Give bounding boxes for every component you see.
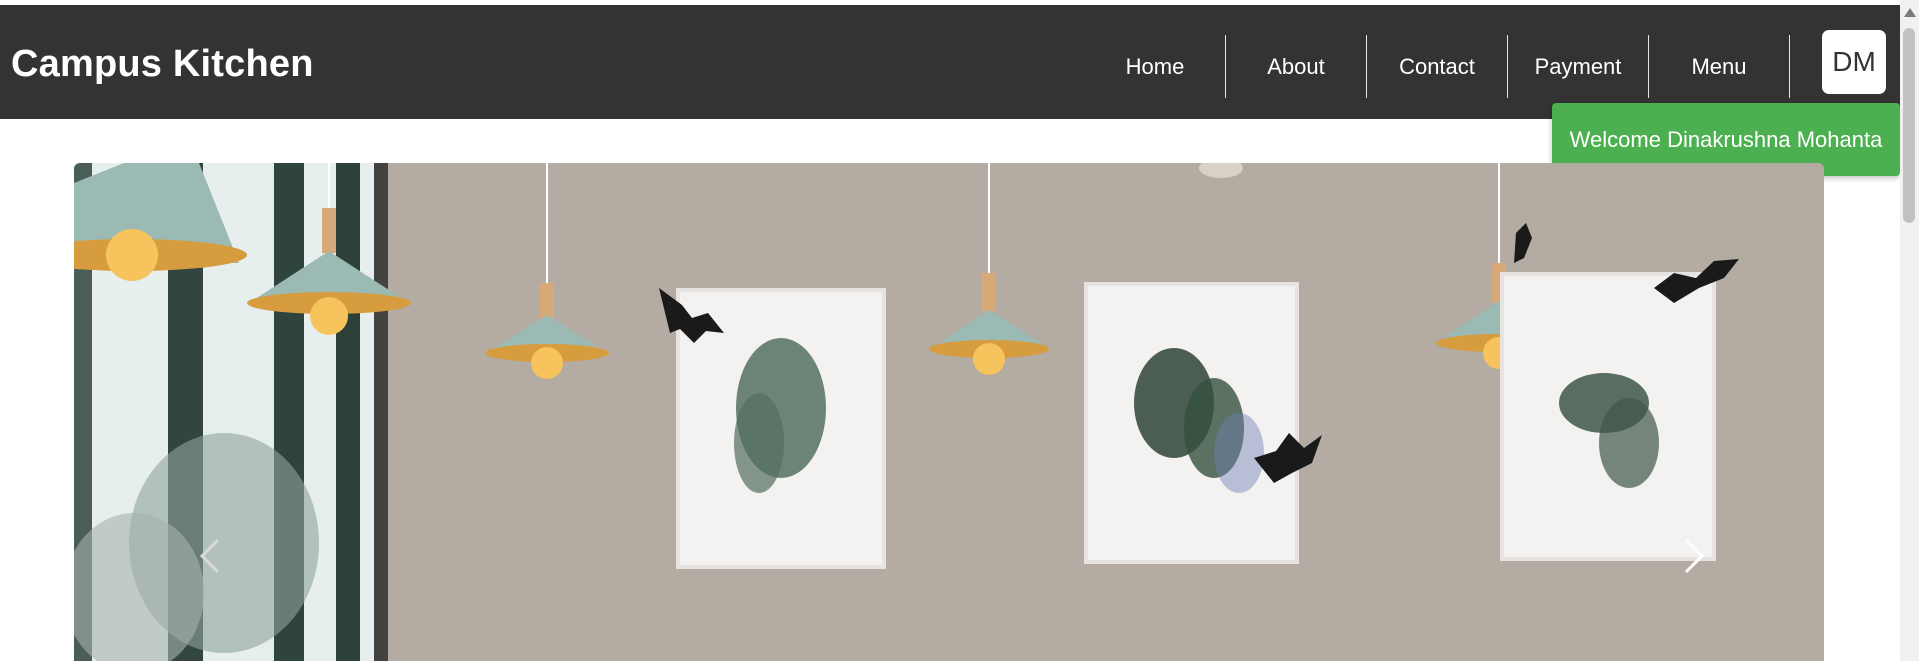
nav-menu[interactable]: Menu [1649,35,1790,98]
welcome-message: Welcome Dinakrushna Mohanta [1569,126,1883,152]
avatar[interactable]: DM [1822,30,1886,94]
scrollbar-thumb[interactable] [1903,28,1915,223]
navbar: Campus Kitchen Home About Contact Paymen… [0,5,1900,119]
chevron-left-icon [199,538,220,574]
nav-payment[interactable]: Payment [1508,35,1649,98]
carousel-prev-button[interactable] [190,520,240,592]
nav-home[interactable]: Home [1085,35,1226,98]
brand-title: Campus Kitchen [11,43,314,85]
chevron-right-icon [1684,538,1705,574]
nav-about[interactable]: About [1226,35,1367,98]
hero-carousel [74,163,1824,661]
nav-links: Home About Contact Payment Menu [1085,35,1790,98]
carousel-next-button[interactable] [1668,520,1718,592]
nav-contact[interactable]: Contact [1367,35,1508,98]
carousel-image [74,163,1824,661]
scroll-up-arrow-icon[interactable] [1904,8,1916,17]
